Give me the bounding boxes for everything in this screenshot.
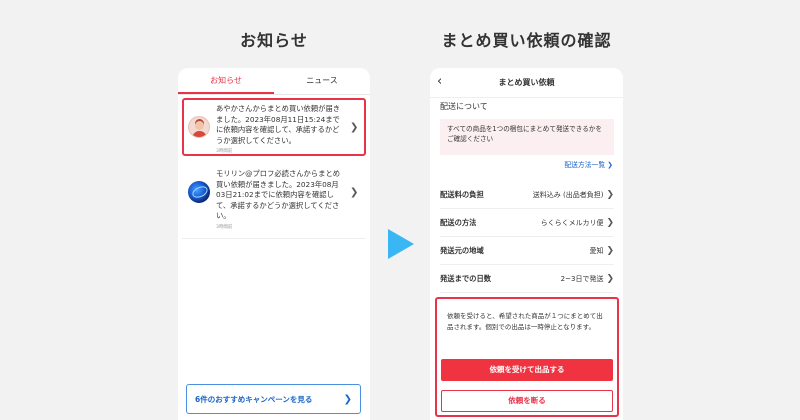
arrow-right-icon (388, 229, 414, 259)
right-heading: まとめ買い依頼の確認 (441, 31, 612, 50)
row-label: 発送元の地域 (440, 246, 484, 255)
campaign-button-label: 6件のおすすめキャンペーンを見る (195, 394, 313, 404)
chevron-right-icon: ❯ (350, 122, 359, 133)
campaign-button[interactable]: 6件のおすすめキャンペーンを見る ❯ (186, 384, 361, 414)
top-bar: ‹ まとめ買い依頼 (430, 68, 623, 98)
shipping-fee-row[interactable]: 配送料の負担 送料込み (出品者負担) ❯ (440, 182, 614, 209)
avatar (188, 181, 210, 203)
accept-request-button[interactable]: 依頼を受けて出品する (441, 359, 613, 381)
chevron-right-icon: ❯ (606, 246, 614, 256)
chevron-right-icon: ❯ (343, 393, 352, 405)
tab-bar: お知らせ ニュース (178, 68, 370, 95)
row-value: 愛知 (589, 247, 604, 255)
notifications-screen: お知らせ ニュース あやかさんからまとめ買い依頼が届きました。2023年08月1… (178, 68, 370, 420)
notification-text: あやかさんからまとめ買い依頼が届きました。2023年08月11日15:24までに… (216, 104, 341, 145)
avatar (188, 116, 210, 138)
back-icon[interactable]: ‹ (437, 74, 442, 89)
row-label: 配送の方法 (440, 218, 477, 227)
row-value: らくらくメルカリ便 (540, 219, 604, 227)
page-title: まとめ買い依頼 (498, 78, 555, 87)
row-value: 送料込み (出品者負担) (532, 191, 604, 199)
notification-item[interactable]: モリリン@プロフ必読さんからまとめ買い依頼が届きました。2023年08月03日2… (182, 165, 366, 239)
shipping-methods-link-label: 配送方法一覧 (564, 161, 606, 169)
left-heading: お知らせ (240, 31, 308, 50)
row-label: 発送までの日数 (440, 274, 492, 283)
notification-time: 3時間前 (216, 224, 233, 230)
chevron-right-icon: ❯ (350, 187, 359, 198)
action-panel: 依頼を受けると、希望された商品が１つにまとめて出品されます。個別での出品は一時停… (435, 297, 619, 417)
notification-time: 3時間前 (216, 149, 233, 154)
notification-item[interactable]: あやかさんからまとめ買い依頼が届きました。2023年08月11日15:24までに… (182, 98, 366, 156)
info-box: すべての商品を1つの梱包にまとめて発送できるかをご確認ください (440, 119, 614, 155)
shipping-method-row[interactable]: 配送の方法 らくらくメルカリ便 ❯ (440, 210, 614, 237)
row-value: 2~3日で発送 (560, 275, 604, 283)
tab-notifications[interactable]: お知らせ (178, 68, 274, 94)
decline-request-button[interactable]: 依頼を断る (441, 390, 613, 412)
notice-text: 依頼を受けると、希望された商品が１つにまとめて出品されます。個別での出品は一時停… (447, 312, 603, 331)
bulk-request-screen: ‹ まとめ買い依頼 配送について すべての商品を1つの梱包にまとめて発送できるか… (430, 68, 623, 420)
section-label: 配送について (440, 102, 488, 111)
tab-news[interactable]: ニュース (274, 68, 370, 94)
row-label: 配送料の負担 (440, 190, 484, 199)
chevron-right-icon: ❯ (606, 190, 614, 200)
chevron-right-icon: ❯ (607, 161, 613, 169)
chevron-right-icon: ❯ (606, 218, 614, 228)
notification-text: モリリン@プロフ必読さんからまとめ買い依頼が届きました。2023年08月03日2… (216, 169, 341, 220)
ship-from-row[interactable]: 発送元の地域 愛知 ❯ (440, 238, 614, 265)
chevron-right-icon: ❯ (606, 274, 614, 284)
shipping-methods-link[interactable]: 配送方法一覧 ❯ (564, 159, 613, 169)
days-to-ship-row[interactable]: 発送までの日数 2~3日で発送 ❯ (440, 266, 614, 293)
